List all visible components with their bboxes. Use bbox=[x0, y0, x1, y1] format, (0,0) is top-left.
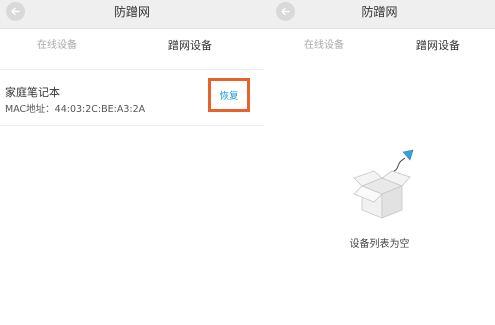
device-list-item: 家庭笔记本 MAC地址：44:03:2C:BE:A3:2A 恢复 bbox=[0, 69, 264, 126]
restore-button-highlight[interactable]: 恢复 bbox=[208, 78, 250, 112]
empty-state-message: 设备列表为空 bbox=[349, 239, 410, 250]
left-screen: 防蹭网 在线设备 蹭网设备 家庭笔记本 MAC地址：44:03:2C:BE:A3… bbox=[0, 0, 264, 325]
tab-freeloading-devices[interactable]: 蹭网设备 bbox=[168, 39, 212, 53]
left-header: 防蹭网 bbox=[0, 0, 264, 29]
tab-bar: 在线设备 蹭网设备 bbox=[264, 29, 495, 62]
device-mac-address: MAC地址：44:03:2C:BE:A3:2A bbox=[5, 104, 146, 115]
tab-online-devices[interactable]: 在线设备 bbox=[37, 39, 77, 53]
tab-online-devices[interactable]: 在线设备 bbox=[304, 39, 344, 53]
page-title: 防蹭网 bbox=[113, 5, 150, 19]
restore-button[interactable]: 恢复 bbox=[219, 88, 238, 102]
page-title: 防蹭网 bbox=[361, 5, 398, 19]
tab-freeloading-devices[interactable]: 蹭网设备 bbox=[416, 39, 460, 53]
empty-box-icon bbox=[353, 149, 414, 219]
right-screen: 防蹭网 在线设备 蹭网设备 设备列表为空 bbox=[264, 0, 495, 325]
device-name: 家庭笔记本 bbox=[5, 86, 60, 99]
tab-bar: 在线设备 蹭网设备 bbox=[0, 29, 264, 62]
right-header: 防蹭网 bbox=[264, 0, 495, 29]
